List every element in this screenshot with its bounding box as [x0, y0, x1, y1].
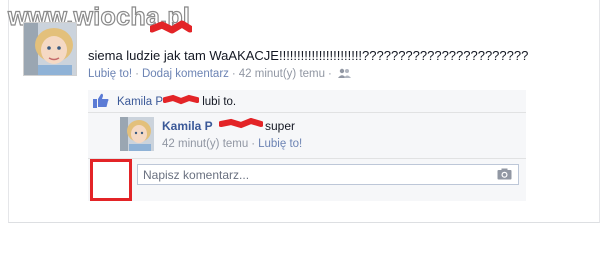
like-link[interactable]: Lubię to!: [88, 68, 132, 80]
likes-summary-row: Kamila P lubi to.: [88, 90, 526, 113]
red-redaction-scribble: [219, 118, 263, 129]
write-comment-row: Napisz komentarz...: [88, 159, 526, 201]
comment-text: super: [265, 119, 296, 133]
comment-input-placeholder: Napisz komentarz...: [143, 168, 250, 182]
comment-author-name[interactable]: Kamila P: [162, 119, 213, 133]
thumbs-up-icon: [93, 93, 109, 108]
separator-dot: ·: [251, 138, 256, 150]
red-redaction-scribble: [162, 94, 201, 105]
post-text: siema ludzie jak tam WaAKACJE!!!!!!!!!!!…: [88, 48, 529, 63]
red-redaction-scribble: [150, 20, 192, 34]
comment-timestamp[interactable]: 42 minut(y) temu: [162, 138, 248, 150]
post-author-avatar[interactable]: [23, 22, 77, 76]
comment-input[interactable]: Napisz komentarz...: [137, 164, 519, 185]
likes-text: Kamila P lubi to.: [117, 94, 236, 108]
comment-like-link[interactable]: Lubię to!: [258, 138, 302, 150]
post-timestamp[interactable]: 42 minut(y) temu: [239, 68, 325, 80]
redacted-avatar: [90, 159, 132, 201]
likes-suffix: lubi to.: [202, 96, 237, 108]
liker-name[interactable]: Kamila P: [117, 96, 163, 108]
separator-dot: ·: [135, 68, 139, 80]
camera-icon[interactable]: [497, 168, 512, 180]
add-comment-link[interactable]: Dodaj komentarz: [142, 68, 229, 80]
separator-dot: ·: [231, 68, 236, 80]
comment-meta: 42 minut(y) temu · Lubię to!: [162, 138, 302, 150]
post-actions: Lubię to! · Dodaj komentarz · 42 minut(y) te…: [88, 68, 352, 80]
friends-icon[interactable]: [338, 68, 352, 78]
separator-dot: ·: [328, 68, 332, 80]
comment-item: Kamila P super 42 minut(y) temu · Lubię to…: [88, 113, 526, 159]
comment-author-avatar[interactable]: [120, 117, 154, 151]
